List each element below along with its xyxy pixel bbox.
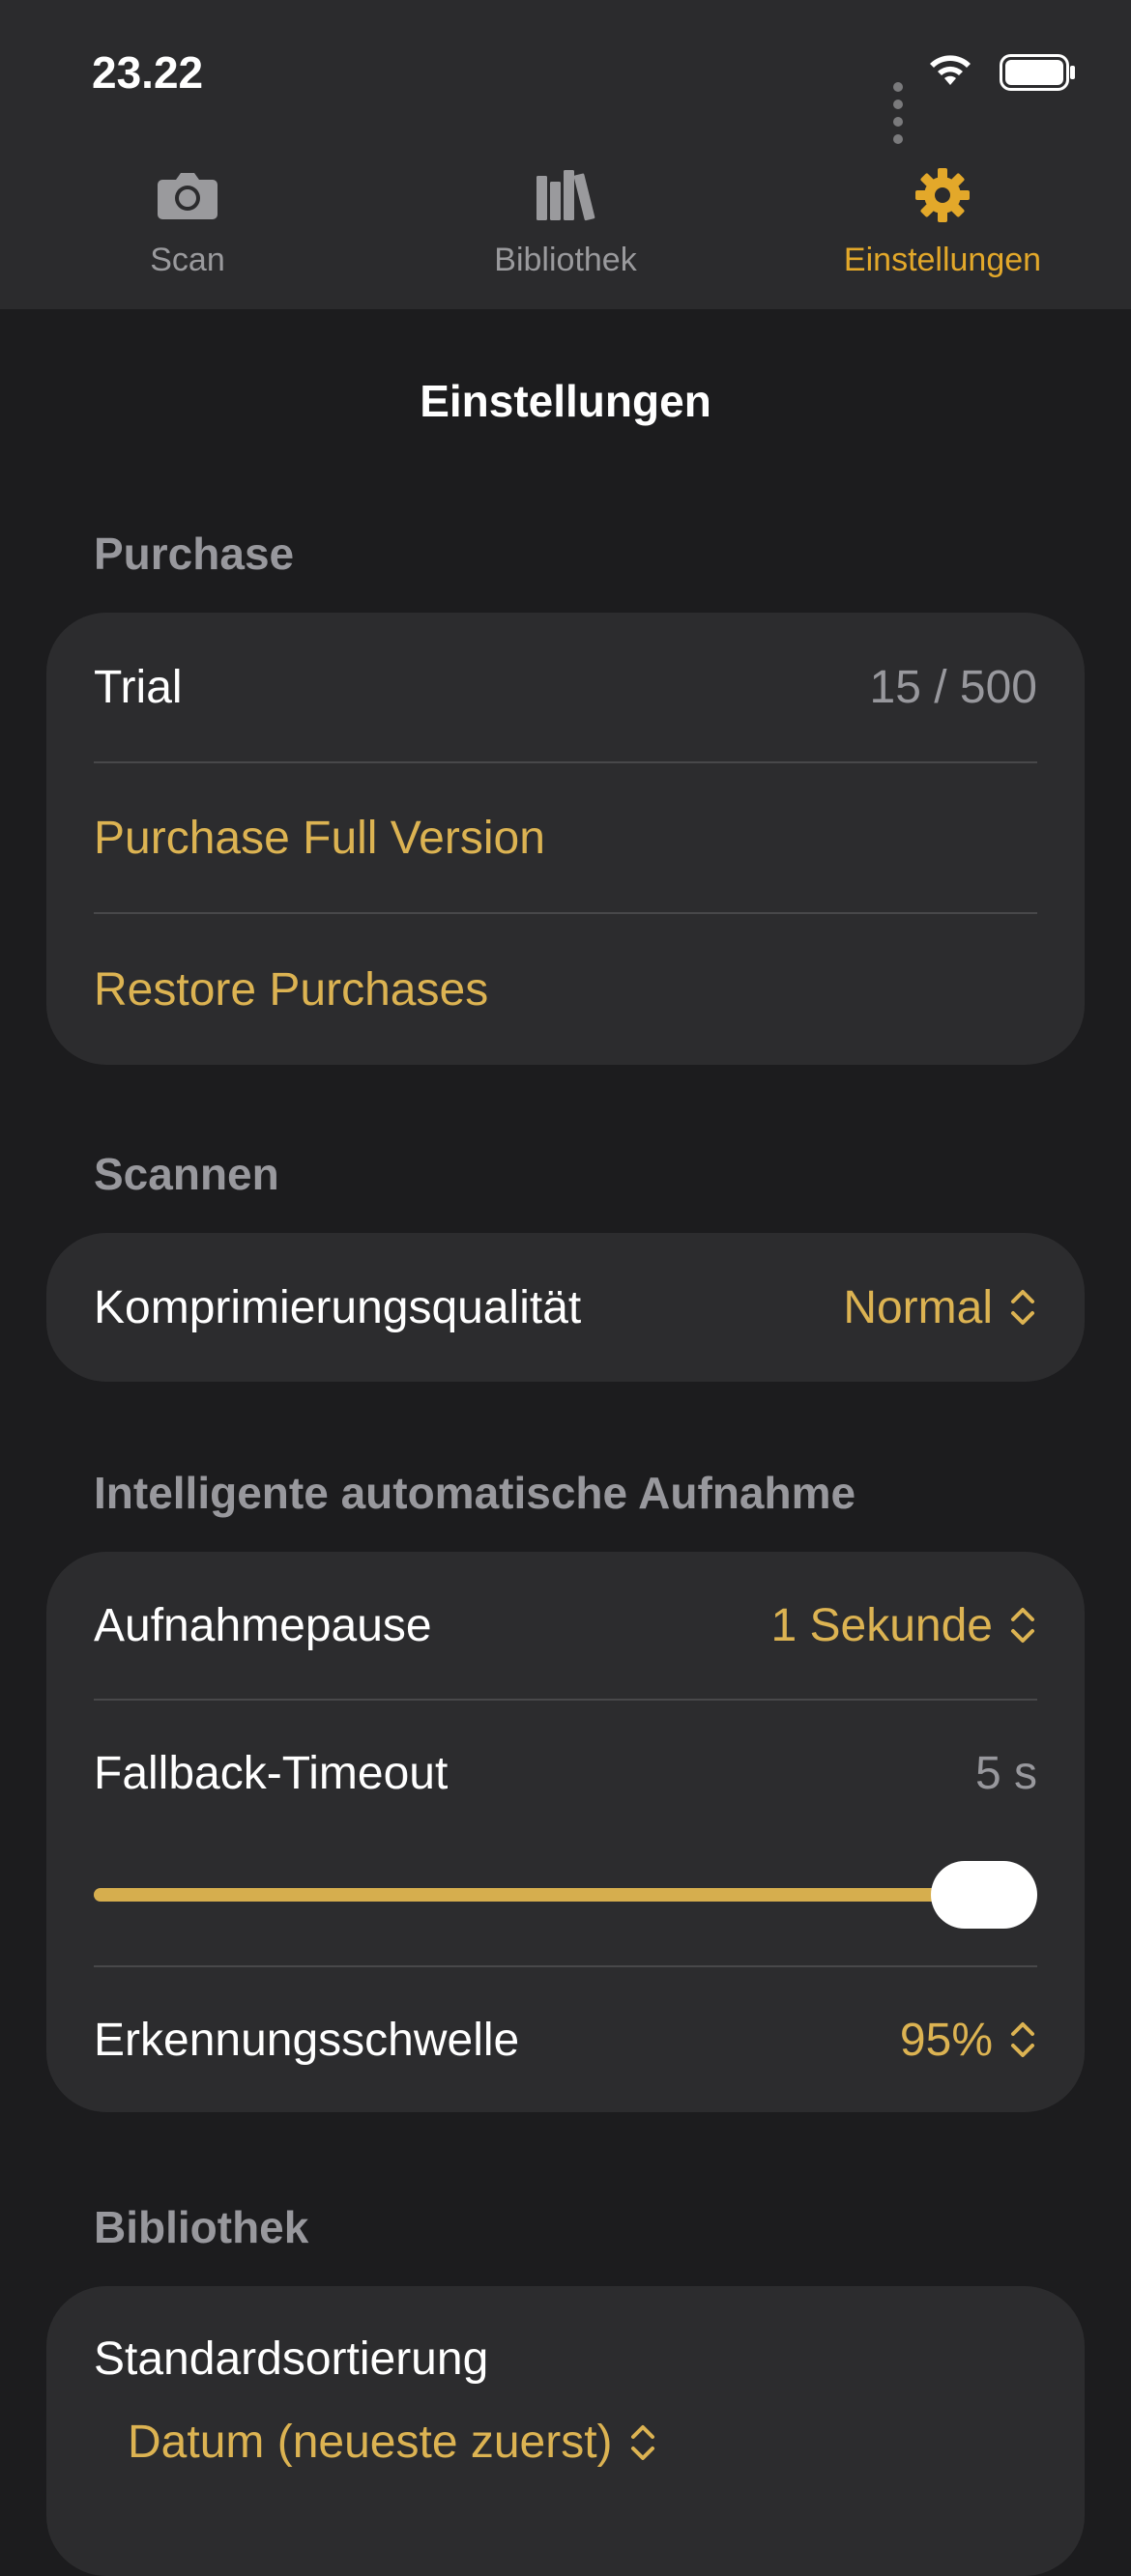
sort-picker-row[interactable]: Datum (neueste zuerst) [94,2416,1037,2474]
gear-icon [798,164,1088,226]
chevron-up-down-icon [1011,1608,1034,1643]
trial-label: Trial [94,661,183,713]
tab-bibliothek-label: Bibliothek [494,242,637,278]
tab-bibliothek[interactable]: Bibliothek [420,164,710,279]
quality-row[interactable]: Komprimierungsqualität Normal [94,1233,1037,1382]
trial-row: Trial 15 / 500 [94,613,1037,763]
section-header-scannen: Scannen [94,1149,279,1199]
threshold-label: Erkennungsschwelle [94,2014,520,2066]
purchase-card: Trial 15 / 500 Purchase Full Version Res… [46,613,1085,1065]
purchase-full-version-button[interactable]: Purchase Full Version [94,812,545,865]
scannen-card: Komprimierungsqualität Normal [46,1233,1085,1382]
quality-label: Komprimierungsqualität [94,1281,582,1333]
chevron-up-down-icon [1011,2022,1034,2057]
fallback-row: Fallback-Timeout 5 s [94,1701,1037,1846]
tab-scan-label: Scan [150,242,225,278]
auto-capture-card: Aufnahmepause 1 Sekunde Fallback-Timeout… [46,1552,1085,2112]
tab-bar: Scan Bibliothek Einstellungen [0,164,1131,300]
status-time: 23.22 [92,47,204,98]
slider-fill [94,1888,999,1902]
fallback-slider[interactable] [94,1846,1037,1967]
quality-value: Normal [843,1281,993,1333]
pause-picker[interactable]: 1 Sekunde [770,1599,1037,1652]
purchase-full-version-row[interactable]: Purchase Full Version [94,763,1037,914]
wifi-icon [930,55,971,85]
bibliothek-card: Standardsortierung Datum (neueste zuerst… [46,2286,1085,2576]
sort-picker[interactable]: Datum (neueste zuerst) [128,2416,657,2469]
quality-picker[interactable]: Normal [843,1281,1037,1334]
pause-value: 1 Sekunde [770,1599,993,1651]
restore-purchases-button[interactable]: Restore Purchases [94,963,488,1016]
page-title: Einstellungen [420,376,711,426]
sort-row: Standardsortierung [94,2286,1037,2431]
cellular-signal-icon [888,79,903,149]
camera-icon [43,164,333,226]
threshold-picker[interactable]: 95% [900,2014,1037,2067]
slider-thumb[interactable] [931,1861,1037,1929]
section-header-auto-capture: Intelligente automatische Aufnahme [94,1468,856,1518]
fallback-label: Fallback-Timeout [94,1747,449,1799]
battery-icon [1000,54,1075,91]
sort-label: Standardsortierung [94,2333,489,2385]
threshold-row[interactable]: Erkennungsschwelle 95% [94,1967,1037,2112]
section-header-bibliothek: Bibliothek [94,2202,309,2252]
trial-value: 15 / 500 [869,661,1037,713]
books-icon [420,164,710,226]
tab-einstellungen-label: Einstellungen [843,242,1042,278]
top-bar: 23.22 Scan Bibliothek Einstellungen [0,0,1131,309]
pause-label: Aufnahmepause [94,1599,432,1651]
section-header-purchase: Purchase [94,529,295,579]
restore-purchases-row[interactable]: Restore Purchases [94,914,1037,1065]
fallback-value: 5 s [974,1747,1037,1799]
tab-scan[interactable]: Scan [43,164,333,279]
sort-value: Datum (neueste zuerst) [128,2417,613,2468]
tab-einstellungen[interactable]: Einstellungen [798,164,1088,279]
threshold-value: 95% [899,2014,993,2066]
chevron-up-down-icon [1011,1290,1034,1325]
pause-row[interactable]: Aufnahmepause 1 Sekunde [94,1552,1037,1701]
chevron-up-down-icon [630,2424,654,2460]
